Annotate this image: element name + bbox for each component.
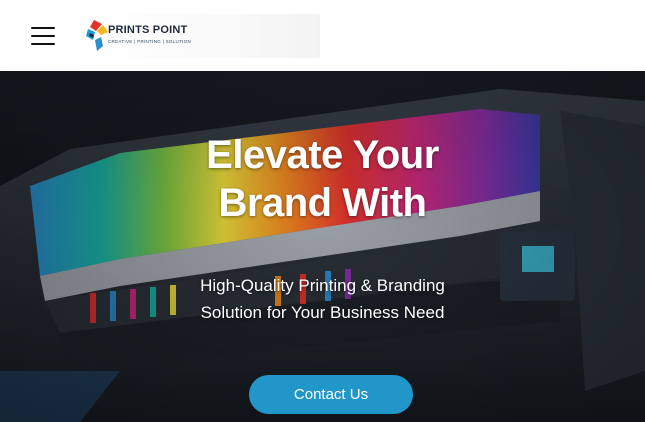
menu-bar [31,43,55,45]
hero-title-line-1: Elevate Your [206,133,439,177]
logo-name: PRINTS POINT [108,24,188,36]
logo-tagline: CREATIVE | PRINTING | SOLUTION [108,39,192,44]
site-header: PRINTS POINT CREATIVE | PRINTING | SOLUT… [0,0,645,71]
contact-us-button[interactable]: Contact Us [249,375,413,414]
menu-bar [31,35,55,37]
hero-subtitle-line-2: Solution for Your Business Need [200,303,445,322]
hero-section: Elevate Your Brand With High-Quality Pri… [0,71,645,422]
hero-subtitle: High-Quality Printing & Branding Solutio… [0,272,645,326]
menu-bar [31,27,55,29]
hamburger-menu-icon[interactable] [31,26,55,46]
hero-overlay [0,71,645,422]
logo[interactable]: PRINTS POINT CREATIVE | PRINTING | SOLUT… [80,14,320,58]
hero-subtitle-line-1: High-Quality Printing & Branding [200,276,445,295]
hero-title-line-2: Brand With [218,181,427,225]
hero-title: Elevate Your Brand With [0,131,645,227]
